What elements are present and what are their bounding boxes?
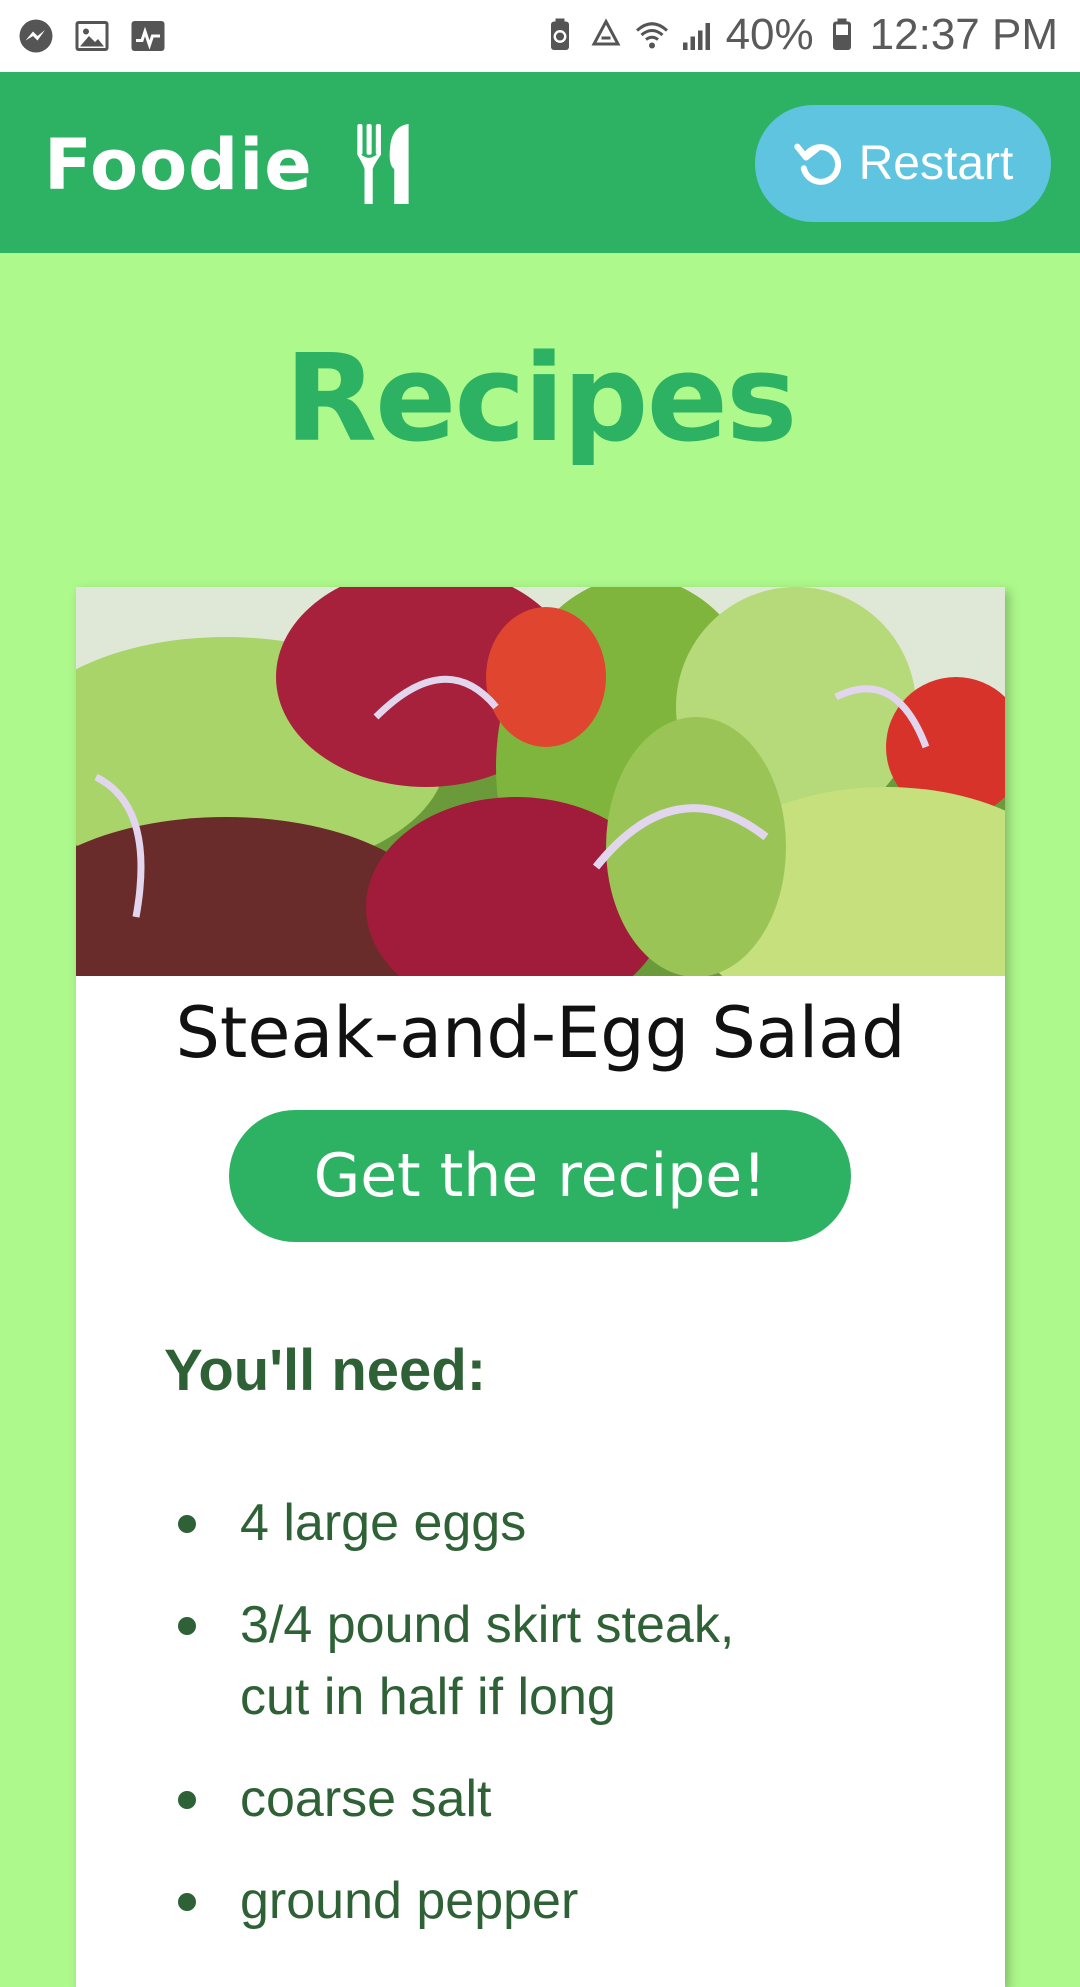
activity-icon <box>130 18 166 54</box>
ingredients-list: 4 large eggs 3/4 pound skirt steak, cut … <box>164 1487 864 1967</box>
bullet-icon <box>178 1893 196 1911</box>
bullet-icon <box>178 1617 196 1635</box>
list-item: 3/4 pound skirt steak, cut in half if lo… <box>164 1589 864 1733</box>
ingredient-text: ground pepper <box>240 1872 579 1930</box>
fork-knife-icon <box>349 124 419 206</box>
ingredient-text: 3/4 pound skirt steak, cut in half if lo… <box>240 1596 735 1726</box>
app-header: Foodie Restart <box>0 72 1080 253</box>
battery-percent: 40% <box>725 10 814 59</box>
status-bar: 40% 12:37 PM <box>0 0 1080 72</box>
get-recipe-button[interactable]: Get the recipe! <box>229 1110 851 1242</box>
image-icon <box>74 18 110 54</box>
recipe-card: Steak-and-Egg Salad Get the recipe! You'… <box>76 587 1005 1987</box>
brand-name: Foodie <box>44 124 313 206</box>
battery-icon <box>824 17 860 53</box>
brand[interactable]: Foodie <box>44 124 419 206</box>
wifi-icon <box>634 17 670 53</box>
ingredients-heading: You'll need: <box>164 1338 487 1403</box>
bullet-icon <box>178 1515 196 1533</box>
ingredient-text: coarse salt <box>240 1770 492 1828</box>
restart-button[interactable]: Restart <box>755 105 1051 222</box>
list-item: ground pepper <box>164 1865 864 1937</box>
recipe-title: Steak-and-Egg Salad <box>175 992 906 1074</box>
list-item: coarse salt <box>164 1763 864 1835</box>
clock: 12:37 PM <box>869 10 1058 59</box>
page-title: Recipes <box>284 330 798 469</box>
recipe-image <box>76 587 1005 976</box>
signal-icon <box>680 17 716 53</box>
battery-saver-icon <box>542 17 578 53</box>
recycle-icon <box>588 17 624 53</box>
bullet-icon <box>178 1791 196 1809</box>
status-left-icons <box>18 18 166 54</box>
restart-label: Restart <box>858 137 1014 190</box>
messenger-icon <box>18 18 54 54</box>
status-right-icons: 40% 12:37 PM <box>542 10 1058 60</box>
ingredient-text: 4 large eggs <box>240 1494 527 1552</box>
list-item: 4 large eggs <box>164 1487 864 1559</box>
restart-icon <box>793 138 845 190</box>
